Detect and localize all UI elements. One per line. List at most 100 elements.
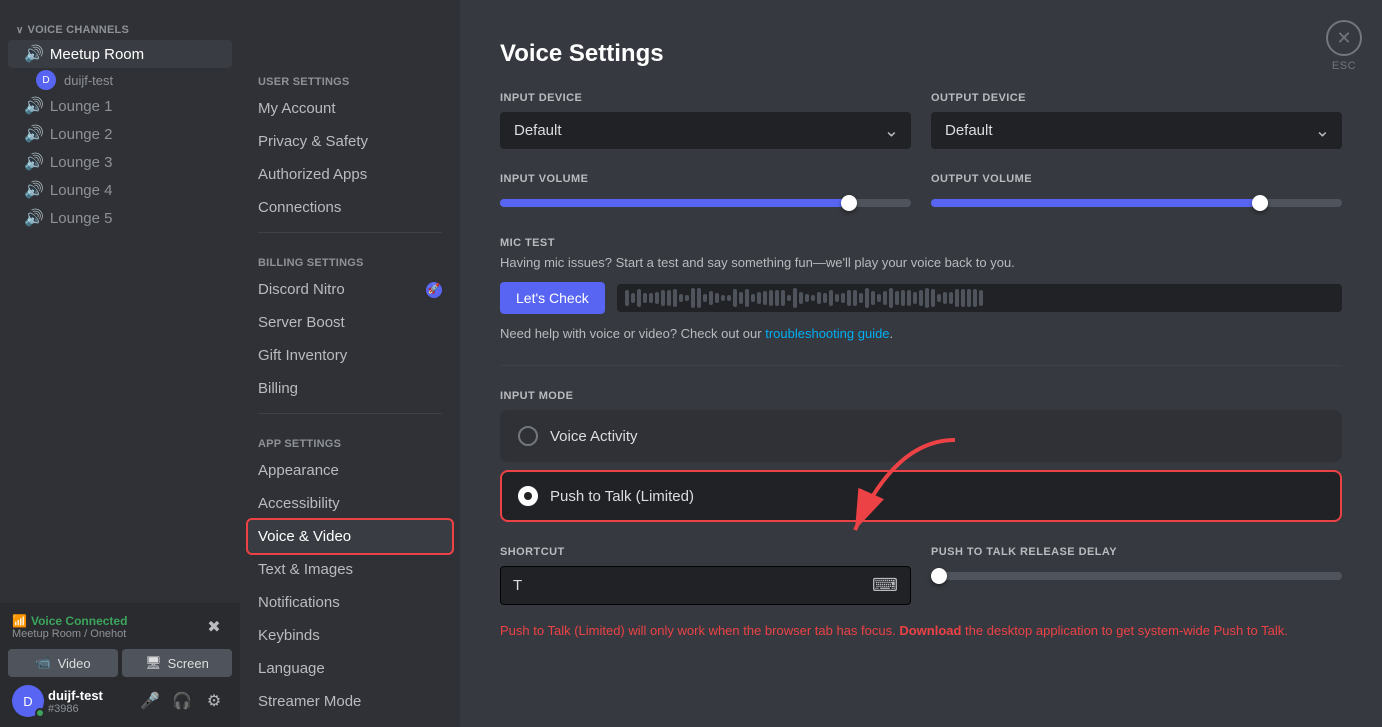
voice-info: 📶 Voice Connected Meetup Room / Onehot [12,614,127,640]
ptt-delay-slider[interactable] [931,566,1342,586]
user-controls: D duijf-test #3986 🎤 🎧 ⚙ [8,683,232,719]
settings-item-appearance[interactable]: Appearance [248,454,452,487]
input-volume-group: INPUT VOLUME [500,173,911,213]
output-volume-slider[interactable] [931,193,1342,213]
avatar: D [12,685,44,717]
input-device-select-wrapper: Default ⌄ [500,112,911,149]
output-device-select[interactable]: Default [931,112,1342,149]
channel-name: Meetup Room [50,46,144,63]
close-btn-area: ✕ ESC [1326,20,1362,72]
voice-connected-bar: 📶 Voice Connected Meetup Room / Onehot ✖ [8,611,232,643]
phone-icon-btn[interactable]: ✖ [200,613,228,641]
settings-item-text-images[interactable]: Text & Images [248,553,452,586]
volume-row: INPUT VOLUME OUTPUT VOLUME [500,173,1342,213]
settings-item-connections[interactable]: Connections [248,191,452,224]
settings-item-privacy-safety[interactable]: Privacy & Safety [248,125,452,158]
headphone-button[interactable]: 🎧 [168,687,196,715]
settings-item-gift-inventory[interactable]: Gift Inventory [248,339,452,372]
chevron-icon: ∨ [16,25,24,36]
radio-circle-filled [518,486,538,506]
mic-button[interactable]: 🎤 [136,687,164,715]
input-volume-slider[interactable] [500,193,911,213]
settings-item-label: Connections [258,199,341,216]
shortcut-input[interactable]: T ⌨ [500,566,911,605]
close-button[interactable]: ✕ [1326,20,1362,56]
slider-track [500,199,911,207]
device-row: INPUT DEVICE Default ⌄ OUTPUT DEVICE Def… [500,92,1342,149]
media-buttons: 📹 Video 🖥 Screen [8,649,232,677]
channel-item-lounge3[interactable]: 🔊 Lounge 3 [8,148,232,176]
channel-item-meetup-room[interactable]: 🔊 Meetup Room [8,40,232,68]
voice-icon: 🔊 [24,124,44,144]
lets-check-button[interactable]: Let's Check [500,282,605,314]
meter-bars [617,284,1342,312]
page-title: Voice Settings [500,40,1342,68]
user-bar: 📶 Voice Connected Meetup Room / Onehot ✖… [0,603,240,727]
sub-user-avatar: D [36,70,56,90]
settings-item-label: Appearance [258,462,339,479]
online-indicator [35,708,45,718]
settings-item-my-account[interactable]: My Account [248,92,452,125]
channel-category: ∨ VOICE CHANNELS [0,8,240,40]
settings-item-billing[interactable]: Billing [248,372,452,405]
slider-thumb[interactable] [841,195,857,211]
slider-thumb[interactable] [1252,195,1268,211]
slider-track [931,199,1342,207]
billing-settings-title: BILLING SETTINGS [248,241,452,273]
shortcut-label: SHORTCUT [500,546,911,558]
settings-item-label: Server Boost [258,314,345,331]
display-name: duijf-test [48,688,132,703]
settings-item-label: Voice & Video [258,528,351,545]
settings-item-language[interactable]: Language [248,652,452,685]
download-link[interactable]: Download [899,623,961,638]
settings-item-label: My Account [258,100,336,117]
channel-item-lounge5[interactable]: 🔊 Lounge 5 [8,204,232,232]
input-device-select[interactable]: Default [500,112,911,149]
settings-item-label: Gift Inventory [258,347,347,364]
voice-channel-name: Meetup Room / Onehot [12,628,127,640]
input-mode-section: INPUT MODE Voice Activity Push to Talk (… [500,390,1342,522]
signal-icon: 📶 [12,614,27,628]
sub-user[interactable]: D duijf-test [8,68,232,92]
channel-item-lounge2[interactable]: 🔊 Lounge 2 [8,120,232,148]
troubleshoot-link[interactable]: troubleshooting guide [765,326,889,341]
shortcut-row: SHORTCUT T ⌨ PUSH TO TALK RELEASE DELAY [500,546,1342,605]
settings-item-label: Keybinds [258,627,320,644]
settings-item-advanced[interactable]: Advanced [248,718,452,727]
video-label: Video [58,656,91,671]
push-to-talk-option[interactable]: Push to Talk (Limited) [500,470,1342,522]
channel-item-lounge1[interactable]: 🔊 Lounge 1 [8,92,232,120]
warning-text: Push to Talk (Limited) will only work wh… [500,621,1342,641]
output-volume-group: OUTPUT VOLUME [931,173,1342,213]
settings-item-accessibility[interactable]: Accessibility [248,487,452,520]
settings-item-discord-nitro[interactable]: Discord Nitro 🚀 [248,273,452,306]
input-mode-label: INPUT MODE [500,390,1342,402]
slider-fill [931,199,1260,207]
voice-icon: 🔊 [24,152,44,172]
channel-item-lounge4[interactable]: 🔊 Lounge 4 [8,176,232,204]
settings-button[interactable]: ⚙ [200,687,228,715]
screen-icon: 🖥 [145,655,162,671]
voice-activity-label: Voice Activity [550,428,638,445]
ptt-delay-group: PUSH TO TALK RELEASE DELAY [931,546,1342,605]
voice-activity-option[interactable]: Voice Activity [500,410,1342,462]
radio-circle [518,426,538,446]
screen-button[interactable]: 🖥 Screen [122,649,232,677]
settings-item-server-boost[interactable]: Server Boost [248,306,452,339]
user-tag: #3986 [48,703,132,715]
output-device-select-wrapper: Default ⌄ [931,112,1342,149]
slider-fill [500,199,849,207]
settings-item-voice-video[interactable]: Voice & Video [248,520,452,553]
video-button[interactable]: 📹 Video [8,649,118,677]
channel-name: Lounge 2 [50,126,113,143]
settings-item-authorized-apps[interactable]: Authorized Apps [248,158,452,191]
channel-name: Lounge 4 [50,182,113,199]
settings-item-keybinds[interactable]: Keybinds [248,619,452,652]
slider-thumb[interactable] [931,568,947,584]
settings-item-notifications[interactable]: Notifications [248,586,452,619]
settings-item-streamer-mode[interactable]: Streamer Mode [248,685,452,718]
mic-test-label: MIC TEST [500,237,1342,249]
settings-item-label: Authorized Apps [258,166,367,183]
esc-label: ESC [1332,60,1356,72]
settings-item-label: Billing [258,380,298,397]
